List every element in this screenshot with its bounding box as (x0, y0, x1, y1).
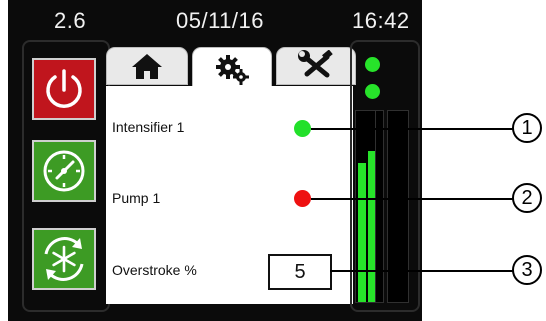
overstroke-label: Overstroke % (112, 262, 197, 278)
power-button[interactable] (32, 58, 96, 120)
home-icon (132, 54, 162, 79)
overstroke-value-field[interactable]: 5 (268, 254, 332, 290)
time-label: 16:42 (352, 8, 410, 33)
tab-tools[interactable] (276, 47, 356, 85)
defrost-button[interactable] (32, 228, 96, 290)
gauge-button[interactable] (32, 140, 96, 202)
callout-line-1 (311, 128, 517, 130)
tab-settings[interactable] (192, 47, 272, 89)
power-icon (46, 69, 82, 108)
version-label: 2.6 (54, 8, 87, 33)
indicator-light-2 (365, 84, 380, 99)
callout-line-3 (330, 270, 517, 272)
pump-1-status-indicator (294, 190, 311, 207)
intensifier-1-status-indicator (294, 120, 311, 137)
tab-home[interactable] (106, 47, 188, 85)
pump-1-label: Pump 1 (112, 190, 161, 206)
level-meter-1 (355, 110, 377, 303)
callout-3: 3 (512, 255, 542, 285)
level-bar-1 (358, 163, 366, 302)
wrench-screwdriver-icon (298, 50, 333, 78)
indicator-light-1 (365, 57, 380, 72)
gauge-icon (43, 150, 85, 192)
date-label: 05/11/16 (176, 8, 265, 33)
snowflake-cycle-icon (44, 237, 84, 281)
callout-1: 1 (512, 113, 542, 143)
callout-2: 2 (512, 183, 542, 213)
hmi-screen: 2.6 05/11/16 16:42 (8, 0, 422, 321)
level-meter-3 (387, 110, 409, 303)
callout-line-2 (311, 198, 517, 200)
gears-icon (216, 54, 249, 85)
intensifier-1-label: Intensifier 1 (112, 119, 185, 135)
level-meter-2 (375, 110, 384, 303)
